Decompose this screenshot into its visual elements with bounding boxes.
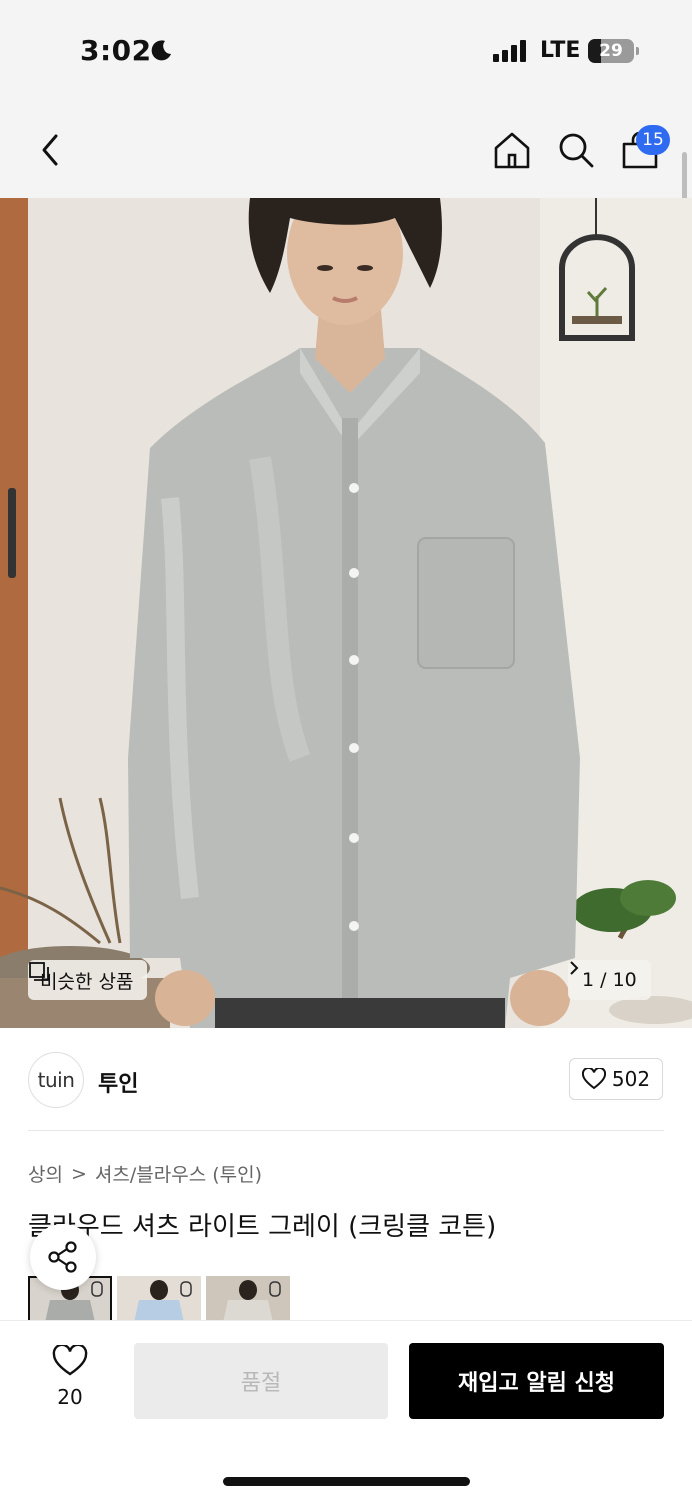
breadcrumb-item-subcategory[interactable]: 셔츠/블라우스 (투인) bbox=[95, 1160, 262, 1187]
variant-photo bbox=[117, 1276, 201, 1320]
variant-thumbnail-ivory[interactable] bbox=[206, 1276, 290, 1320]
home-icon[interactable] bbox=[492, 130, 532, 170]
similar-products-button[interactable]: 비슷한 상품 bbox=[28, 960, 148, 1000]
product-image-carousel[interactable]: 비슷한 상품 1 / 10 bbox=[0, 198, 692, 1028]
image-pager-button[interactable]: 1 / 10 bbox=[568, 960, 651, 1000]
top-nav-bar bbox=[0, 100, 692, 198]
search-icon[interactable] bbox=[556, 130, 596, 170]
back-arrow-icon[interactable] bbox=[30, 128, 70, 172]
status-bar: 3:02 LTE 29 bbox=[0, 0, 692, 100]
battery-nub bbox=[636, 47, 639, 55]
restock-alert-button[interactable]: 재입고 알림 신청 bbox=[409, 1343, 664, 1419]
image-pager-count: 1 / 10 bbox=[582, 969, 637, 991]
similar-products-label: 비슷한 상품 bbox=[40, 970, 134, 993]
similar-items-icon bbox=[29, 962, 49, 981]
brand-like-button[interactable]: 502 bbox=[569, 1058, 663, 1100]
brand-logo[interactable]: tuin bbox=[28, 1052, 84, 1108]
product-photo bbox=[0, 198, 692, 1028]
battery-percent: 29 bbox=[599, 41, 623, 61]
network-type: LTE bbox=[540, 38, 581, 63]
brand-like-count: 502 bbox=[611, 1067, 651, 1091]
bottom-action-bar: 20 품절 재입고 알림 신청 bbox=[0, 1320, 692, 1500]
breadcrumb-separator: > bbox=[70, 1162, 87, 1185]
variant-thumbnail-blue[interactable] bbox=[117, 1276, 201, 1320]
moon-icon bbox=[151, 40, 171, 61]
chevron-right-icon bbox=[570, 961, 579, 975]
status-time: 3:02 bbox=[80, 34, 152, 67]
wishlist-button[interactable]: 20 bbox=[48, 1343, 92, 1409]
divider bbox=[28, 1130, 664, 1131]
home-indicator bbox=[223, 1477, 470, 1486]
signal-icon bbox=[493, 40, 529, 62]
brand-row: tuin 투인 502 bbox=[28, 1052, 664, 1112]
share-icon bbox=[48, 1241, 77, 1273]
wishlist-count: 20 bbox=[57, 1385, 83, 1409]
soldout-button: 품절 bbox=[134, 1343, 388, 1419]
heart-icon bbox=[52, 1343, 88, 1376]
cart-count-badge: 15 bbox=[636, 125, 670, 155]
product-title: 클라우드 셔츠 라이트 그레이 (크링클 코튼) bbox=[28, 1212, 497, 1242]
brand-name[interactable]: 투인 bbox=[98, 1066, 138, 1098]
heart-icon bbox=[581, 1068, 606, 1090]
share-button[interactable] bbox=[30, 1224, 96, 1290]
breadcrumb: 상의 > 셔츠/블라우스 (투인) bbox=[28, 1160, 262, 1187]
variant-photo bbox=[206, 1276, 290, 1320]
breadcrumb-item-category[interactable]: 상의 bbox=[28, 1160, 63, 1187]
battery-icon: 29 bbox=[588, 39, 634, 63]
